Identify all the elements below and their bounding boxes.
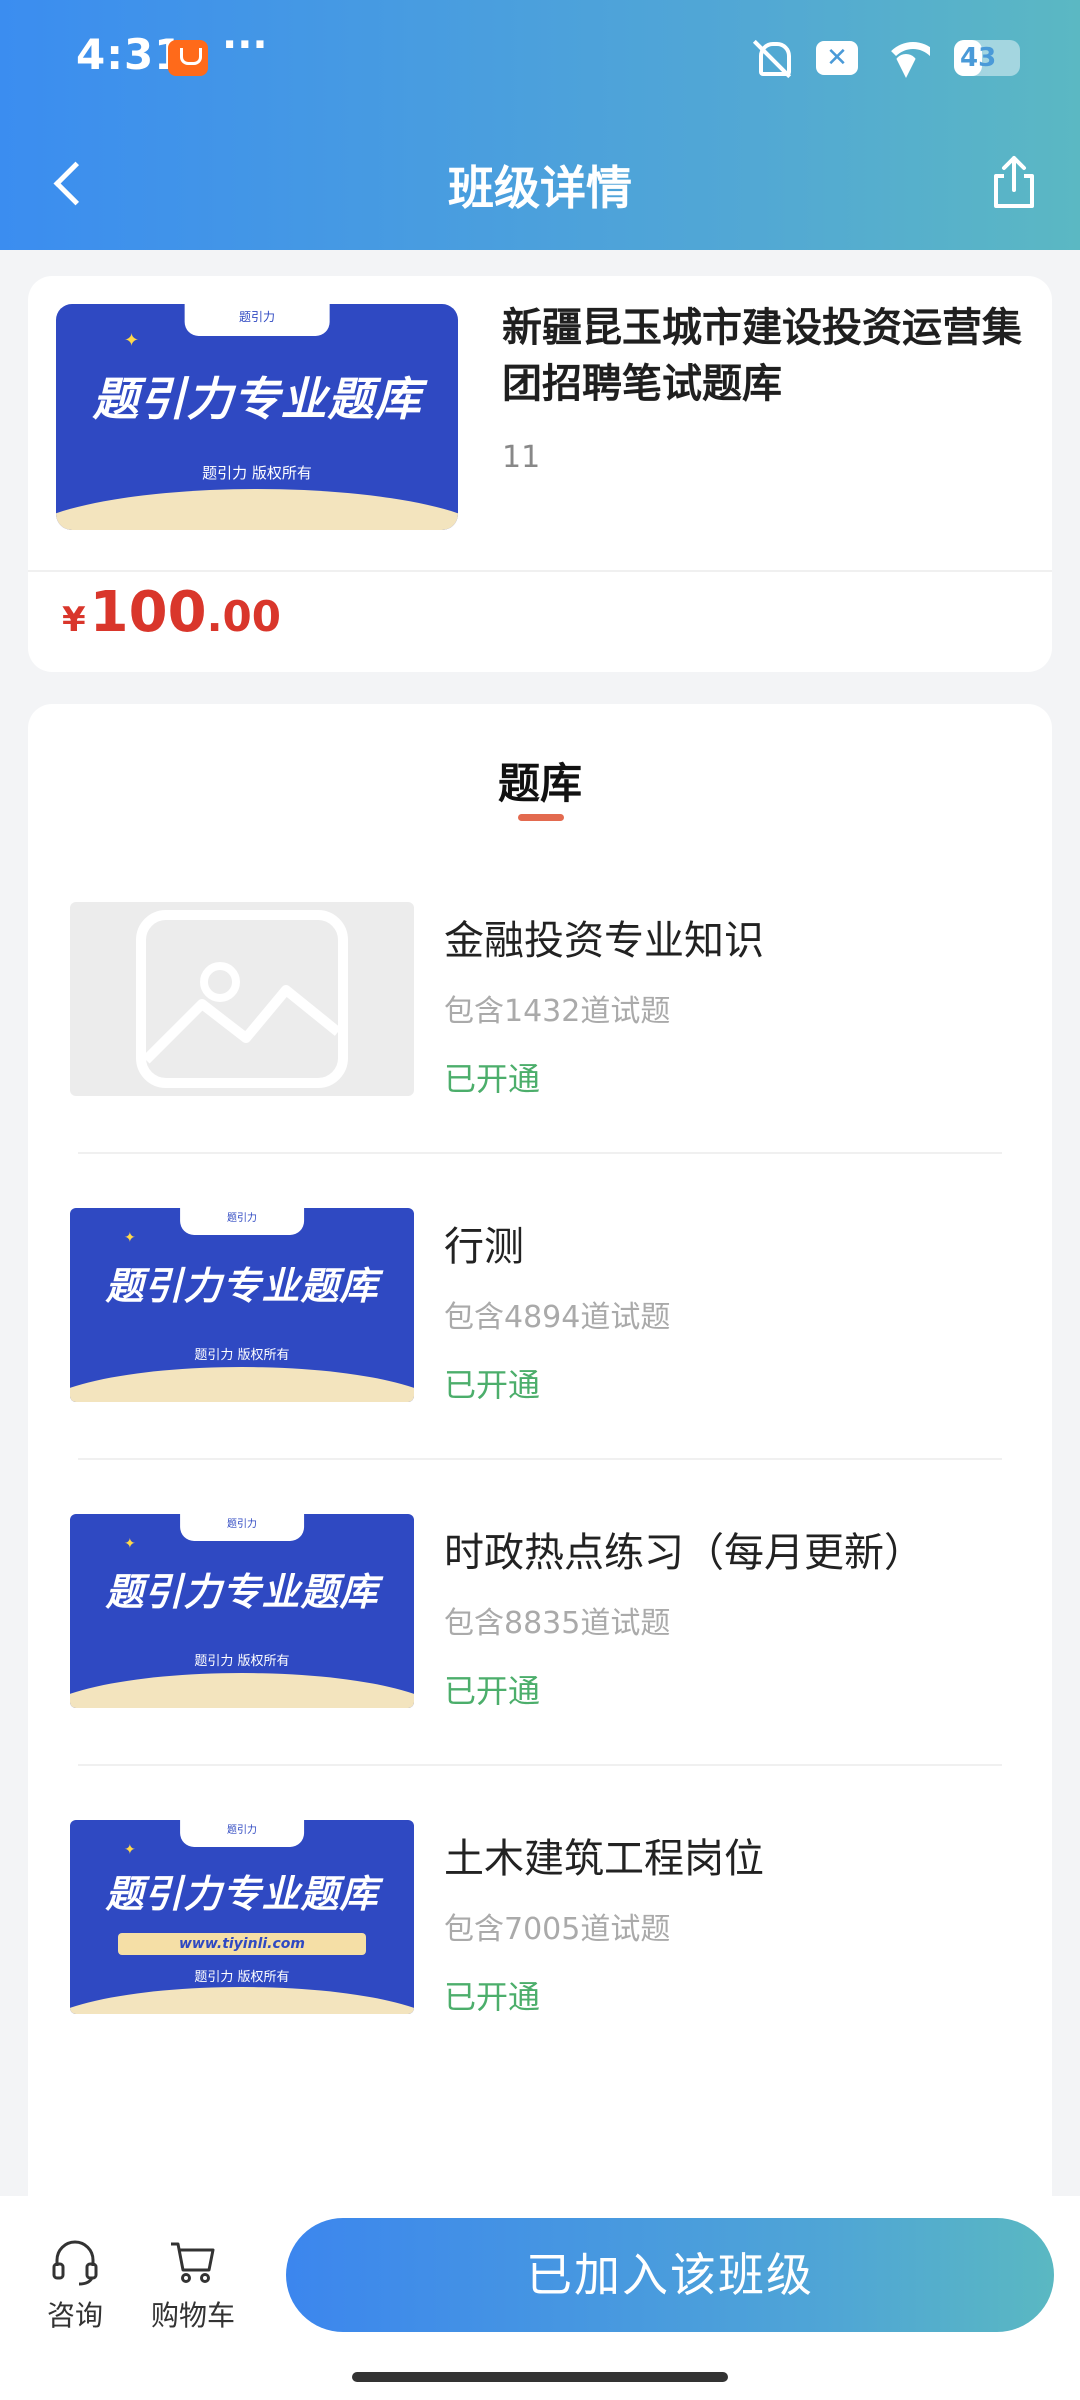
question-bank-section: 题库 金融投资专业知识 包含1432道试题 已开通 题引力 ✦ 题引力专业题库 … xyxy=(28,704,1052,2204)
star-icon: ✦ xyxy=(124,1230,136,1246)
divider xyxy=(78,1152,1002,1154)
silent-bell-icon xyxy=(752,38,792,78)
banner-url: www.tiyinli.com xyxy=(118,1932,366,1955)
banner-wave xyxy=(70,1986,414,2014)
cart-button[interactable]: 购物车 xyxy=(138,2236,248,2334)
bank-question-count: 包含1432道试题 xyxy=(444,994,671,1029)
bank-question-count: 包含7005道试题 xyxy=(444,1912,671,1947)
section-title: 题库 xyxy=(497,759,582,808)
bank-thumbnail: 题引力 ✦ 题引力专业题库 www.tiyinli.com 题引力 版权所有 xyxy=(70,1820,414,2014)
consult-button[interactable]: 咨询 xyxy=(20,2236,130,2334)
wifi-icon xyxy=(882,38,930,78)
banner-logo-tab: 题引力 xyxy=(180,1514,304,1542)
divider xyxy=(28,570,1052,572)
banner-wave xyxy=(70,1367,414,1402)
banner-copyright: 题引力 版权所有 xyxy=(202,464,312,483)
bank-item[interactable]: 题引力 ✦ 题引力专业题库 题引力 版权所有 时政热点练习（每月更新） 包含88… xyxy=(28,1514,1052,1820)
bank-name: 行测 xyxy=(444,1224,524,1270)
banner-title: 题引力专业题库 xyxy=(92,371,422,426)
price-integer: 100 xyxy=(89,580,207,645)
star-icon: ✦ xyxy=(124,1536,136,1552)
banner-title: 题引力专业题库 xyxy=(105,1263,379,1308)
bank-thumbnail xyxy=(70,902,414,1096)
bank-question-count: 包含8835道试题 xyxy=(444,1606,671,1641)
price-decimal: .00 xyxy=(206,592,281,641)
bank-name: 土木建筑工程岗位 xyxy=(444,1836,764,1882)
joined-class-button[interactable]: 已加入该班级 xyxy=(286,2218,1054,2332)
divider xyxy=(78,1458,1002,1460)
star-icon: ✦ xyxy=(124,330,140,351)
more-notifications-icon: ··· xyxy=(222,22,268,68)
price-currency: ¥ xyxy=(62,600,86,640)
course-cover-image: 题引力 ✦ 题引力专业题库 题引力 版权所有 xyxy=(56,304,458,530)
banner-wave xyxy=(56,489,458,530)
banner-logo-tab: 题引力 xyxy=(180,1820,304,1848)
shopping-app-icon xyxy=(168,40,208,76)
shopping-cart-icon xyxy=(171,2242,215,2283)
banner-wave xyxy=(70,1673,414,1708)
bank-status: 已开通 xyxy=(444,1060,541,1098)
bank-item[interactable]: 金融投资专业知识 包含1432道试题 已开通 xyxy=(28,902,1052,1208)
bank-thumbnail: 题引力 ✦ 题引力专业题库 题引力 版权所有 xyxy=(70,1208,414,1402)
course-title: 新疆昆玉城市建设投资运营集团招聘笔试题库 xyxy=(502,305,1022,407)
header: 4:31 ··· ✕ 43 班级详情 xyxy=(0,0,1080,250)
battery-percent: 43 xyxy=(960,43,997,73)
status-icons: ✕ 43 xyxy=(752,34,1020,82)
banner-logo-tab: 题引力 xyxy=(184,304,330,336)
home-indicator xyxy=(352,2372,728,2382)
bank-status: 已开通 xyxy=(444,1366,541,1404)
bank-name: 金融投资专业知识 xyxy=(444,918,764,964)
banner-copyright: 题引力 版权所有 xyxy=(194,1969,290,1985)
bank-thumbnail: 题引力 ✦ 题引力专业题库 题引力 版权所有 xyxy=(70,1514,414,1708)
bank-item[interactable]: 题引力 ✦ 题引力专业题库 www.tiyinli.com 题引力 版权所有 土… xyxy=(28,1820,1052,2126)
course-count: 11 xyxy=(502,440,541,475)
image-placeholder-icon xyxy=(136,910,348,1088)
banner-title: 题引力专业题库 xyxy=(105,1569,379,1614)
status-bar: 4:31 ··· ✕ 43 xyxy=(0,0,1080,120)
battery-icon: 43 xyxy=(954,40,1020,76)
cart-label: 购物车 xyxy=(150,2299,235,2332)
divider xyxy=(78,1764,1002,1766)
page-title: 班级详情 xyxy=(448,161,632,215)
price: ¥ 100 .00 xyxy=(62,580,281,645)
x-badge-icon: ✕ xyxy=(816,41,858,75)
headset-icon xyxy=(52,2240,98,2286)
banner-copyright: 题引力 版权所有 xyxy=(194,1347,290,1363)
consult-label: 咨询 xyxy=(46,2299,103,2332)
bank-question-count: 包含4894道试题 xyxy=(444,1300,671,1335)
bank-name: 时政热点练习（每月更新） xyxy=(444,1530,924,1576)
section-title-underline xyxy=(518,814,564,821)
bank-status: 已开通 xyxy=(444,1672,541,1710)
bank-status: 已开通 xyxy=(444,1978,541,2016)
banner-title: 题引力专业题库 xyxy=(105,1871,379,1916)
banner-logo-tab: 题引力 xyxy=(180,1208,304,1236)
share-icon[interactable] xyxy=(986,152,1042,212)
banner-copyright: 题引力 版权所有 xyxy=(194,1653,290,1669)
course-card: 题引力 ✦ 题引力专业题库 题引力 版权所有 新疆昆玉城市建设投资运营集团招聘笔… xyxy=(28,276,1052,672)
bottom-bar: 咨询 购物车 已加入该班级 xyxy=(0,2196,1080,2400)
star-icon: ✦ xyxy=(124,1842,136,1858)
nav-bar: 班级详情 xyxy=(0,130,1080,240)
bank-item[interactable]: 题引力 ✦ 题引力专业题库 题引力 版权所有 行测 包含4894道试题 已开通 xyxy=(28,1208,1052,1514)
